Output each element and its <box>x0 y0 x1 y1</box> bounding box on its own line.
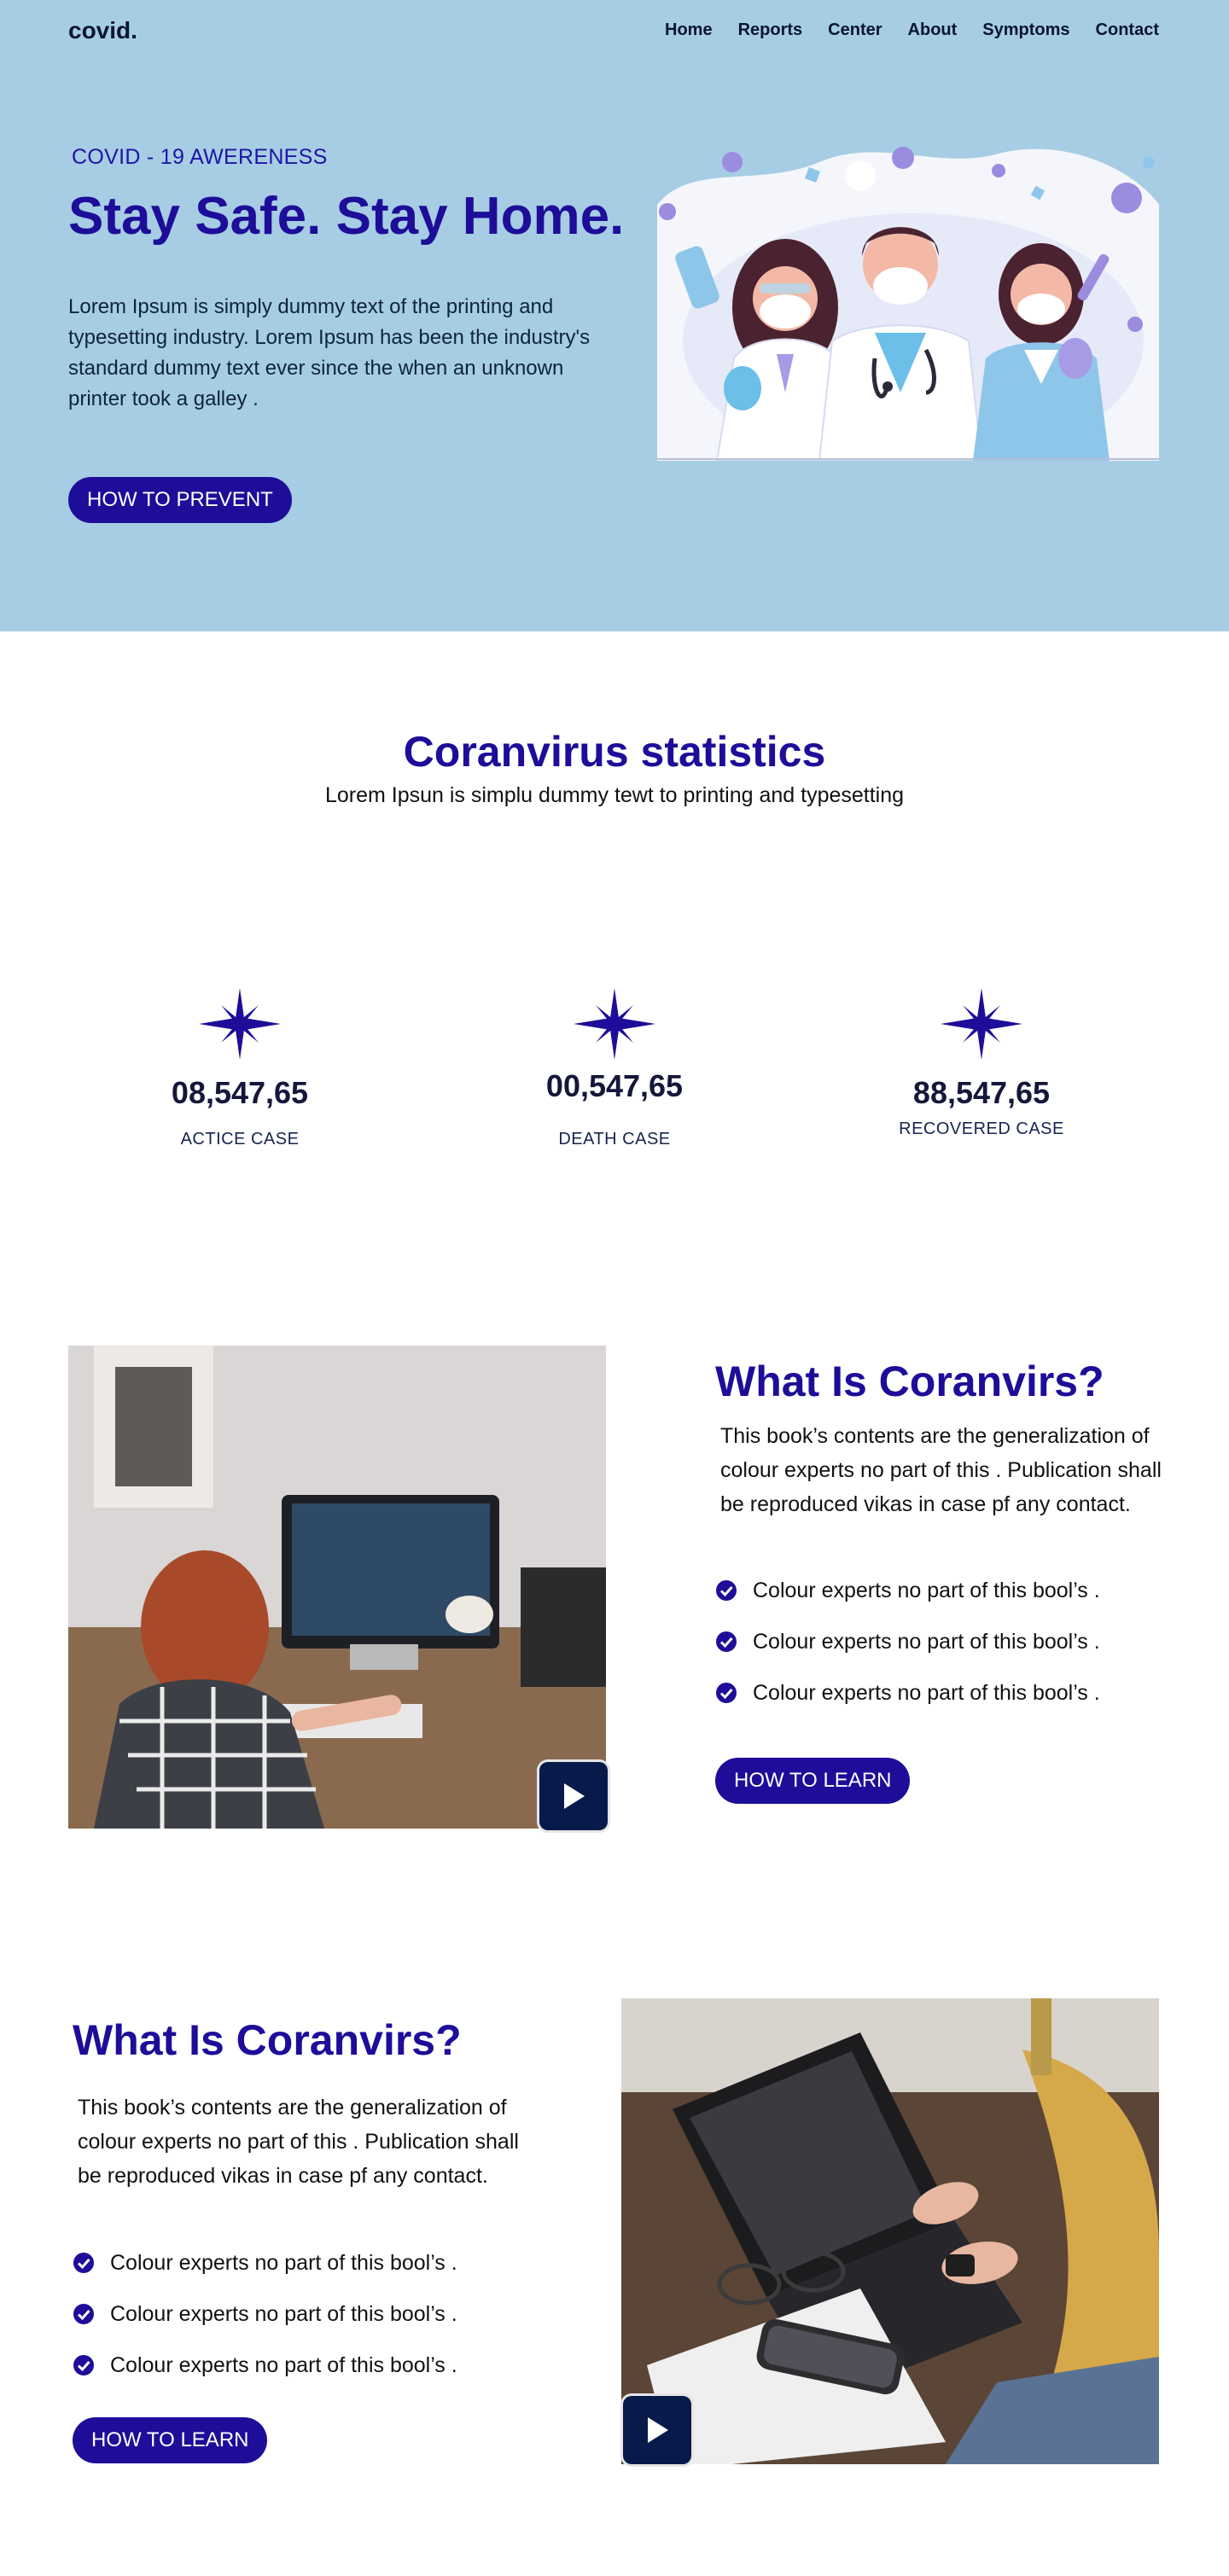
play-icon <box>648 2417 668 2443</box>
list-item: Colour experts no part of this bool’s . <box>715 1667 1100 1718</box>
list-item: Colour experts no part of this bool’s . <box>73 2288 457 2340</box>
list-item: Colour experts no part of this bool’s . <box>715 1616 1100 1667</box>
stat-value: 08,547,65 <box>171 1075 309 1110</box>
check-circle-icon <box>73 2304 94 2324</box>
main-nav: Home Reports Center About Symptoms Conta… <box>665 20 1159 40</box>
stat-recovered-cases: 88,547,65 RECOVERED CASE <box>853 988 1110 1139</box>
stat-death-cases: 00,547,65 DEATH CASE <box>486 988 743 1149</box>
check-circle-icon <box>73 2355 94 2375</box>
laptop-desk-photo <box>621 1998 1159 2464</box>
hero-section: covid. Home Reports Center About Symptom… <box>0 0 1229 631</box>
check-circle-icon <box>73 2253 94 2273</box>
section1-title: What Is Coranvirs? <box>715 1358 1104 1405</box>
stat-value: 88,547,65 <box>912 1075 1051 1110</box>
list-item: Colour experts no part of this bool’s . <box>715 1565 1100 1616</box>
stats-subtitle: Lorem Ipsun is simplu dummy tewt to prin… <box>324 783 905 807</box>
check-circle-icon <box>716 1580 737 1601</box>
stat-label: RECOVERED CASE <box>899 1119 1064 1138</box>
star-icon <box>574 988 655 1060</box>
doctors-illustration <box>657 147 1159 461</box>
nav-home[interactable]: Home <box>665 20 713 40</box>
star-icon <box>199 988 281 1060</box>
play-icon <box>564 1783 585 1809</box>
hero-title: Stay Safe. Stay Home. <box>68 187 625 246</box>
list-item: Colour experts no part of this bool’s . <box>73 2340 457 2391</box>
how-to-learn-button[interactable]: HOW TO LEARN <box>73 2417 268 2463</box>
check-text: Colour experts no part of this bool’s . <box>110 2301 457 2326</box>
section2-title: What Is Coranvirs? <box>73 2016 462 2064</box>
how-to-learn-button[interactable]: HOW TO LEARN <box>715 1758 911 1804</box>
stat-label: DEATH CASE <box>558 1130 671 1148</box>
hero-eyebrow: COVID - 19 AWERENESS <box>72 145 328 169</box>
star-icon <box>941 988 1022 1060</box>
section1-description: This book’s contents are the generalizat… <box>720 1424 1162 1516</box>
nav-center[interactable]: Center <box>828 20 882 40</box>
check-circle-icon <box>716 1631 737 1652</box>
stat-value: 00,547,65 <box>545 1068 684 1103</box>
check-text: Colour experts no part of this bool’s . <box>110 2250 457 2275</box>
how-to-prevent-button[interactable]: HOW TO PREVENT <box>68 477 292 523</box>
nav-contact[interactable]: Contact <box>1096 20 1159 40</box>
stats-title: Coranvirus statistics <box>403 728 826 776</box>
check-text: Colour experts no part of this bool’s . <box>753 1629 1100 1654</box>
play-video-button[interactable] <box>539 1762 608 1830</box>
check-text: Colour experts no part of this bool’s . <box>110 2352 457 2377</box>
nav-symptoms[interactable]: Symptoms <box>982 20 1069 40</box>
list-item: Colour experts no part of this bool’s . <box>73 2237 457 2288</box>
section2-checklist: Colour experts no part of this bool’s . … <box>73 2237 457 2391</box>
nav-reports[interactable]: Reports <box>738 20 803 40</box>
stat-active-cases: 08,547,65 ACTICE CASE <box>112 988 368 1149</box>
logo[interactable]: covid. <box>68 17 137 44</box>
nav-about[interactable]: About <box>908 20 958 40</box>
section1-checklist: Colour experts no part of this bool’s . … <box>715 1565 1100 1718</box>
play-video-button[interactable] <box>623 2396 691 2464</box>
check-text: Colour experts no part of this bool’s . <box>753 1578 1100 1602</box>
section2-description: This book’s contents are the generalizat… <box>78 2096 519 2188</box>
stat-label: ACTICE CASE <box>180 1130 300 1148</box>
hero-description: Lorem Ipsum is simply dummy text of the … <box>68 295 591 410</box>
check-text: Colour experts no part of this bool’s . <box>753 1680 1100 1705</box>
check-circle-icon <box>716 1683 737 1703</box>
woman-at-computer-photo <box>68 1346 606 1829</box>
